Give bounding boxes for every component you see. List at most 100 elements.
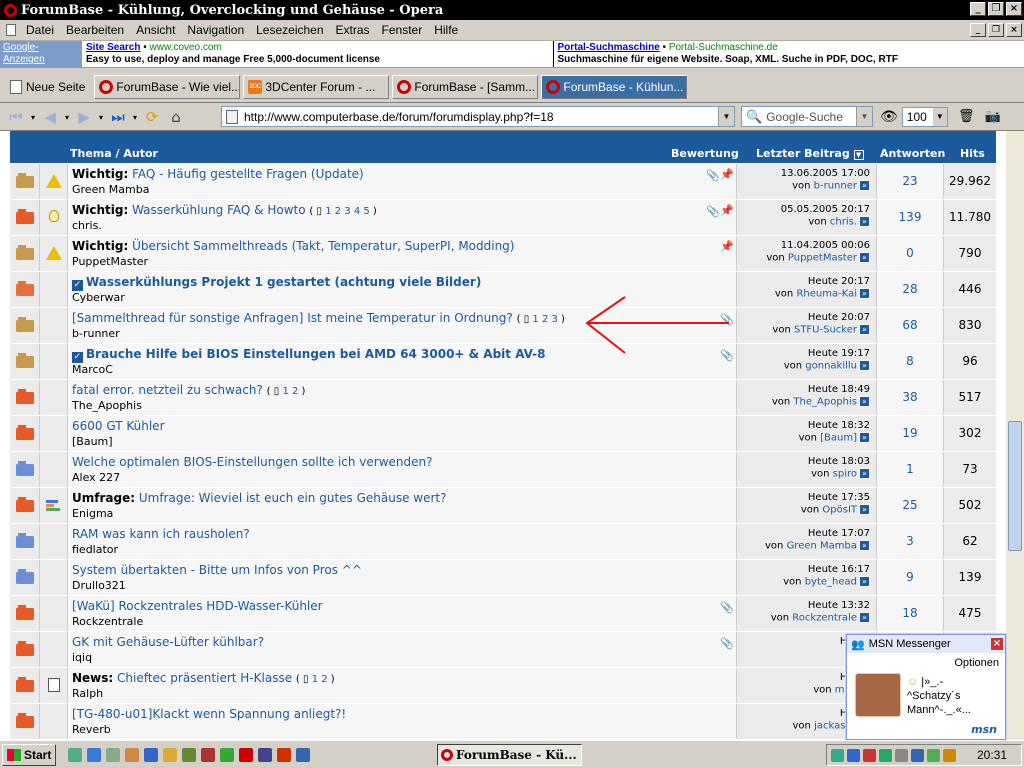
go-to-last-post-icon[interactable]: »	[859, 396, 870, 407]
page-minimize-button[interactable]: _	[970, 23, 986, 37]
thread-author[interactable]: iqiq	[72, 651, 92, 664]
chevron-down-icon[interactable]: ▾	[130, 107, 140, 127]
thread-title-link[interactable]: System übertakten - Bitte um Infos von P…	[72, 563, 362, 577]
go-to-last-post-icon[interactable]: »	[859, 432, 870, 443]
page-numbers[interactable]: 1 2	[282, 386, 298, 397]
thread-title-link[interactable]: RAM was kann ich rausholen?	[72, 527, 250, 541]
table-row[interactable]: [Sammelthread für sonstige Anfragen] Ist…	[10, 308, 996, 344]
last-post-user[interactable]: PuppetMaster	[788, 253, 857, 264]
last-post-user[interactable]: chris.	[830, 217, 857, 228]
thread-author[interactable]: The_Apophis	[72, 399, 142, 412]
go-to-last-post-icon[interactable]: »	[859, 216, 870, 227]
app-icon[interactable]	[277, 747, 292, 762]
ie-icon[interactable]	[87, 747, 102, 762]
thread-title-link[interactable]: FAQ - Häufig gestellte Fragen (Update)	[132, 167, 364, 181]
table-row[interactable]: Wichtig: FAQ - Häufig gestellte Fragen (…	[10, 164, 996, 200]
search-input[interactable]: 🔍 Google-Suche ▼	[741, 106, 873, 127]
vertical-scrollbar[interactable]	[1006, 131, 1024, 740]
msn-message[interactable]: ☺ |»_.- ^Schatzy´s Mann^-._.«...	[907, 675, 971, 717]
replies-count[interactable]: 0	[906, 246, 914, 260]
last-post-user[interactable]: b-runner	[814, 181, 857, 192]
thread-author[interactable]: Cyberwar	[72, 291, 125, 304]
last-post-user[interactable]: spiro	[833, 469, 857, 480]
address-bar[interactable]: http://www.computerbase.de/forum/forumdi…	[221, 106, 735, 127]
tray-icon[interactable]	[831, 748, 844, 762]
chevron-down-icon[interactable]: ▾	[28, 107, 38, 127]
header-hits[interactable]: Hits	[960, 147, 985, 160]
header-bewertung[interactable]: Bewertung	[671, 147, 739, 160]
ad-url[interactable]: www.coveo.com	[150, 42, 222, 53]
table-row[interactable]: fatal error. netzteil zu schwach? ( ▯ 1 …	[10, 380, 996, 416]
thread-author[interactable]: PuppetMaster	[72, 255, 148, 268]
thread-author[interactable]: Drullo321	[72, 579, 126, 592]
page-numbers[interactable]: 1 2 3 4 5	[325, 206, 370, 217]
thread-author[interactable]: MarcoC	[72, 363, 113, 376]
table-row[interactable]: Welche optimalen BIOS-Einstellungen soll…	[10, 452, 996, 488]
tab-forumbase-sammelthread[interactable]: ForumBase - [Samm...	[392, 75, 539, 99]
chevron-down-icon[interactable]: ▼	[856, 107, 872, 126]
tray-icon[interactable]	[895, 748, 908, 762]
menu-navigation[interactable]: Navigation	[181, 23, 250, 37]
app-icon[interactable]	[163, 747, 178, 762]
replies-count[interactable]: 25	[902, 498, 917, 512]
thread-title-link[interactable]: Wasserkühlung FAQ & Howto	[132, 203, 306, 217]
last-post-user[interactable]: Rockzentrale	[792, 613, 857, 624]
ad-title[interactable]: Site Search	[86, 42, 140, 53]
chevron-down-icon[interactable]: ▾	[96, 107, 106, 127]
home-icon[interactable]: ⌂	[164, 107, 188, 127]
chevron-down-icon[interactable]: ▼	[718, 107, 734, 126]
header-thema[interactable]: Thema / Autor	[70, 147, 158, 160]
menu-bearbeiten[interactable]: Bearbeiten	[60, 23, 130, 37]
thread-title-link[interactable]: fatal error. netzteil zu schwach?	[72, 383, 263, 397]
ad-portal-suchmaschine[interactable]: Portal-Suchmaschine • Portal-Suchmaschin…	[554, 41, 1024, 67]
last-post-user[interactable]: OpösIT	[822, 505, 857, 516]
tab-forumbase-kuehlung[interactable]: ForumBase - Kühlun...	[541, 75, 688, 99]
table-row[interactable]: ✓ Wasserkühlungs Projekt 1 gestartet (ach…	[10, 272, 996, 308]
replies-count[interactable]: 139	[899, 210, 922, 224]
menu-fenster[interactable]: Fenster	[376, 23, 429, 37]
menu-hilfe[interactable]: Hilfe	[428, 23, 464, 37]
go-to-last-post-icon[interactable]: »	[859, 612, 870, 623]
thread-title-link[interactable]: GK mit Gehäuse-Lüfter kühlbar?	[72, 635, 264, 649]
app-icon[interactable]	[258, 747, 273, 762]
table-row[interactable]: Wichtig: Übersicht Sammelthreads (Takt, …	[10, 236, 996, 272]
page-close-button[interactable]: ×	[1006, 23, 1022, 37]
go-to-last-post-icon[interactable]: »	[859, 360, 870, 371]
thread-title-link[interactable]: 6600 GT Kühler	[72, 419, 165, 433]
thread-author[interactable]: fiedlator	[72, 543, 118, 556]
sort-icon[interactable]: ▼	[853, 150, 864, 160]
thread-author[interactable]: b-runner	[72, 327, 120, 340]
page-numbers[interactable]: 1 2	[312, 674, 328, 685]
thread-author[interactable]: Ralph	[72, 687, 103, 700]
thread-title-link[interactable]: [WaKü] Rockzentrales HDD-Wasser-Kühler	[72, 599, 323, 613]
table-row[interactable]: 6600 GT Kühler [Baum] Heute 18:32 von [Baum…	[10, 416, 996, 452]
thread-title-link[interactable]: Welche optimalen BIOS-Einstellungen soll…	[72, 455, 433, 469]
go-to-last-post-icon[interactable]: »	[859, 504, 870, 515]
replies-count[interactable]: 19	[902, 426, 917, 440]
replies-count[interactable]: 18	[902, 606, 917, 620]
header-letzter-beitrag[interactable]: Letzter Beitrag ▼	[756, 147, 864, 160]
tray-icon[interactable]	[911, 748, 924, 762]
rewind-icon[interactable]: ⏮	[4, 107, 28, 127]
table-row[interactable]: Umfrage: Umfrage: Wieviel ist euch ein g…	[10, 488, 996, 524]
camera-icon[interactable]: 📷	[985, 109, 1001, 124]
ads-label[interactable]: Google-Anzeigen	[0, 41, 82, 68]
menu-ansicht[interactable]: Ansicht	[130, 23, 181, 37]
restore-button[interactable]: ❐	[988, 2, 1004, 16]
table-row[interactable]: ✓ Brauche Hilfe bei BIOS Einstellungen be…	[10, 344, 996, 380]
ad-title[interactable]: Portal-Suchmaschine	[558, 42, 660, 53]
go-to-last-post-icon[interactable]: »	[859, 252, 870, 263]
desktop-icon[interactable]	[68, 747, 83, 762]
tab-3dcenter[interactable]: 3DC 3DCenter Forum - ...	[243, 75, 390, 99]
start-button[interactable]: Start	[2, 743, 57, 766]
thread-title-link[interactable]: [TG-480-u01]Klackt wenn Spannung anliegt…	[72, 707, 346, 721]
trash-icon[interactable]: 🗑	[958, 109, 975, 124]
tray-icon[interactable]	[879, 748, 892, 762]
replies-count[interactable]: 38	[902, 390, 917, 404]
msn-options-link[interactable]: Optionen	[954, 657, 999, 669]
last-post-user[interactable]: The_Apophis	[793, 397, 857, 408]
go-to-last-post-icon[interactable]: »	[859, 324, 870, 335]
thread-author[interactable]: Rockzentrale	[72, 615, 143, 628]
go-to-last-post-icon[interactable]: »	[859, 288, 870, 299]
page-numbers[interactable]: 1 2 3	[532, 314, 557, 325]
